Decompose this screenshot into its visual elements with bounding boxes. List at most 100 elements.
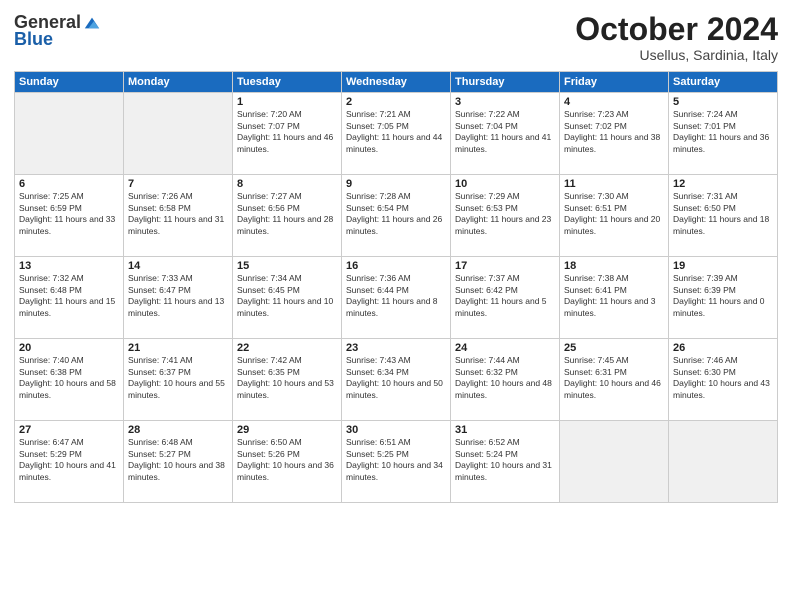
- calendar-week-row: 27Sunrise: 6:47 AM Sunset: 5:29 PM Dayli…: [15, 420, 778, 502]
- weekday-header: Monday: [124, 71, 233, 92]
- title-block: October 2024 Usellus, Sardinia, Italy: [575, 12, 778, 63]
- calendar-week-row: 20Sunrise: 7:40 AM Sunset: 6:38 PM Dayli…: [15, 338, 778, 420]
- calendar-day-cell: 28Sunrise: 6:48 AM Sunset: 5:27 PM Dayli…: [124, 420, 233, 502]
- day-number: 8: [237, 178, 337, 190]
- logo-blue: Blue: [14, 29, 53, 50]
- day-number: 23: [346, 342, 446, 354]
- day-number: 26: [673, 342, 773, 354]
- calendar-day-cell: 20Sunrise: 7:40 AM Sunset: 6:38 PM Dayli…: [15, 338, 124, 420]
- logo: General Blue: [14, 12, 101, 50]
- day-info: Sunrise: 7:24 AM Sunset: 7:01 PM Dayligh…: [673, 109, 773, 157]
- day-info: Sunrise: 7:30 AM Sunset: 6:51 PM Dayligh…: [564, 191, 664, 239]
- calendar-week-row: 13Sunrise: 7:32 AM Sunset: 6:48 PM Dayli…: [15, 256, 778, 338]
- day-info: Sunrise: 7:43 AM Sunset: 6:34 PM Dayligh…: [346, 355, 446, 403]
- calendar-day-cell: 21Sunrise: 7:41 AM Sunset: 6:37 PM Dayli…: [124, 338, 233, 420]
- day-number: 19: [673, 260, 773, 272]
- day-info: Sunrise: 6:48 AM Sunset: 5:27 PM Dayligh…: [128, 437, 228, 485]
- header: General Blue October 2024 Usellus, Sardi…: [14, 12, 778, 63]
- calendar-day-cell: 16Sunrise: 7:36 AM Sunset: 6:44 PM Dayli…: [342, 256, 451, 338]
- day-number: 4: [564, 96, 664, 108]
- calendar-day-cell: 12Sunrise: 7:31 AM Sunset: 6:50 PM Dayli…: [669, 174, 778, 256]
- day-info: Sunrise: 7:20 AM Sunset: 7:07 PM Dayligh…: [237, 109, 337, 157]
- day-number: 2: [346, 96, 446, 108]
- day-number: 30: [346, 424, 446, 436]
- calendar-day-cell: 30Sunrise: 6:51 AM Sunset: 5:25 PM Dayli…: [342, 420, 451, 502]
- calendar-day-cell: 8Sunrise: 7:27 AM Sunset: 6:56 PM Daylig…: [233, 174, 342, 256]
- day-number: 13: [19, 260, 119, 272]
- day-info: Sunrise: 7:26 AM Sunset: 6:58 PM Dayligh…: [128, 191, 228, 239]
- day-number: 28: [128, 424, 228, 436]
- subtitle: Usellus, Sardinia, Italy: [575, 47, 778, 63]
- day-number: 29: [237, 424, 337, 436]
- calendar-day-cell: 13Sunrise: 7:32 AM Sunset: 6:48 PM Dayli…: [15, 256, 124, 338]
- calendar-day-cell: 10Sunrise: 7:29 AM Sunset: 6:53 PM Dayli…: [451, 174, 560, 256]
- day-number: 9: [346, 178, 446, 190]
- day-info: Sunrise: 7:22 AM Sunset: 7:04 PM Dayligh…: [455, 109, 555, 157]
- day-number: 17: [455, 260, 555, 272]
- day-number: 25: [564, 342, 664, 354]
- day-number: 31: [455, 424, 555, 436]
- day-info: Sunrise: 7:34 AM Sunset: 6:45 PM Dayligh…: [237, 273, 337, 321]
- weekday-header: Tuesday: [233, 71, 342, 92]
- day-number: 24: [455, 342, 555, 354]
- calendar-day-cell: [669, 420, 778, 502]
- calendar-day-cell: 2Sunrise: 7:21 AM Sunset: 7:05 PM Daylig…: [342, 92, 451, 174]
- calendar-day-cell: 27Sunrise: 6:47 AM Sunset: 5:29 PM Dayli…: [15, 420, 124, 502]
- day-number: 22: [237, 342, 337, 354]
- calendar-day-cell: 6Sunrise: 7:25 AM Sunset: 6:59 PM Daylig…: [15, 174, 124, 256]
- day-info: Sunrise: 6:50 AM Sunset: 5:26 PM Dayligh…: [237, 437, 337, 485]
- calendar-week-row: 1Sunrise: 7:20 AM Sunset: 7:07 PM Daylig…: [15, 92, 778, 174]
- calendar-day-cell: 7Sunrise: 7:26 AM Sunset: 6:58 PM Daylig…: [124, 174, 233, 256]
- day-number: 1: [237, 96, 337, 108]
- day-number: 16: [346, 260, 446, 272]
- day-number: 5: [673, 96, 773, 108]
- day-info: Sunrise: 7:45 AM Sunset: 6:31 PM Dayligh…: [564, 355, 664, 403]
- day-info: Sunrise: 7:28 AM Sunset: 6:54 PM Dayligh…: [346, 191, 446, 239]
- calendar-day-cell: 15Sunrise: 7:34 AM Sunset: 6:45 PM Dayli…: [233, 256, 342, 338]
- day-number: 7: [128, 178, 228, 190]
- day-info: Sunrise: 7:29 AM Sunset: 6:53 PM Dayligh…: [455, 191, 555, 239]
- month-title: October 2024: [575, 12, 778, 47]
- day-info: Sunrise: 7:44 AM Sunset: 6:32 PM Dayligh…: [455, 355, 555, 403]
- calendar-day-cell: 18Sunrise: 7:38 AM Sunset: 6:41 PM Dayli…: [560, 256, 669, 338]
- weekday-header: Sunday: [15, 71, 124, 92]
- calendar-day-cell: 23Sunrise: 7:43 AM Sunset: 6:34 PM Dayli…: [342, 338, 451, 420]
- calendar-day-cell: 24Sunrise: 7:44 AM Sunset: 6:32 PM Dayli…: [451, 338, 560, 420]
- calendar-day-cell: 22Sunrise: 7:42 AM Sunset: 6:35 PM Dayli…: [233, 338, 342, 420]
- day-info: Sunrise: 7:41 AM Sunset: 6:37 PM Dayligh…: [128, 355, 228, 403]
- calendar-day-cell: 9Sunrise: 7:28 AM Sunset: 6:54 PM Daylig…: [342, 174, 451, 256]
- calendar-day-cell: [560, 420, 669, 502]
- day-info: Sunrise: 7:40 AM Sunset: 6:38 PM Dayligh…: [19, 355, 119, 403]
- calendar-day-cell: 5Sunrise: 7:24 AM Sunset: 7:01 PM Daylig…: [669, 92, 778, 174]
- calendar-day-cell: [15, 92, 124, 174]
- day-info: Sunrise: 6:51 AM Sunset: 5:25 PM Dayligh…: [346, 437, 446, 485]
- calendar-day-cell: 17Sunrise: 7:37 AM Sunset: 6:42 PM Dayli…: [451, 256, 560, 338]
- day-info: Sunrise: 7:32 AM Sunset: 6:48 PM Dayligh…: [19, 273, 119, 321]
- day-number: 18: [564, 260, 664, 272]
- calendar-day-cell: 31Sunrise: 6:52 AM Sunset: 5:24 PM Dayli…: [451, 420, 560, 502]
- day-info: Sunrise: 7:31 AM Sunset: 6:50 PM Dayligh…: [673, 191, 773, 239]
- weekday-header: Saturday: [669, 71, 778, 92]
- day-info: Sunrise: 7:46 AM Sunset: 6:30 PM Dayligh…: [673, 355, 773, 403]
- day-number: 15: [237, 260, 337, 272]
- calendar-day-cell: [124, 92, 233, 174]
- day-info: Sunrise: 6:52 AM Sunset: 5:24 PM Dayligh…: [455, 437, 555, 485]
- weekday-header: Friday: [560, 71, 669, 92]
- calendar-day-cell: 14Sunrise: 7:33 AM Sunset: 6:47 PM Dayli…: [124, 256, 233, 338]
- day-info: Sunrise: 7:39 AM Sunset: 6:39 PM Dayligh…: [673, 273, 773, 321]
- day-info: Sunrise: 7:36 AM Sunset: 6:44 PM Dayligh…: [346, 273, 446, 321]
- day-info: Sunrise: 7:21 AM Sunset: 7:05 PM Dayligh…: [346, 109, 446, 157]
- day-info: Sunrise: 7:38 AM Sunset: 6:41 PM Dayligh…: [564, 273, 664, 321]
- weekday-header: Wednesday: [342, 71, 451, 92]
- page: General Blue October 2024 Usellus, Sardi…: [0, 0, 792, 612]
- day-number: 14: [128, 260, 228, 272]
- day-number: 11: [564, 178, 664, 190]
- day-info: Sunrise: 6:47 AM Sunset: 5:29 PM Dayligh…: [19, 437, 119, 485]
- calendar-table: SundayMondayTuesdayWednesdayThursdayFrid…: [14, 71, 778, 503]
- day-info: Sunrise: 7:37 AM Sunset: 6:42 PM Dayligh…: [455, 273, 555, 321]
- calendar-day-cell: 1Sunrise: 7:20 AM Sunset: 7:07 PM Daylig…: [233, 92, 342, 174]
- day-number: 10: [455, 178, 555, 190]
- calendar-day-cell: 19Sunrise: 7:39 AM Sunset: 6:39 PM Dayli…: [669, 256, 778, 338]
- day-info: Sunrise: 7:25 AM Sunset: 6:59 PM Dayligh…: [19, 191, 119, 239]
- day-info: Sunrise: 7:42 AM Sunset: 6:35 PM Dayligh…: [237, 355, 337, 403]
